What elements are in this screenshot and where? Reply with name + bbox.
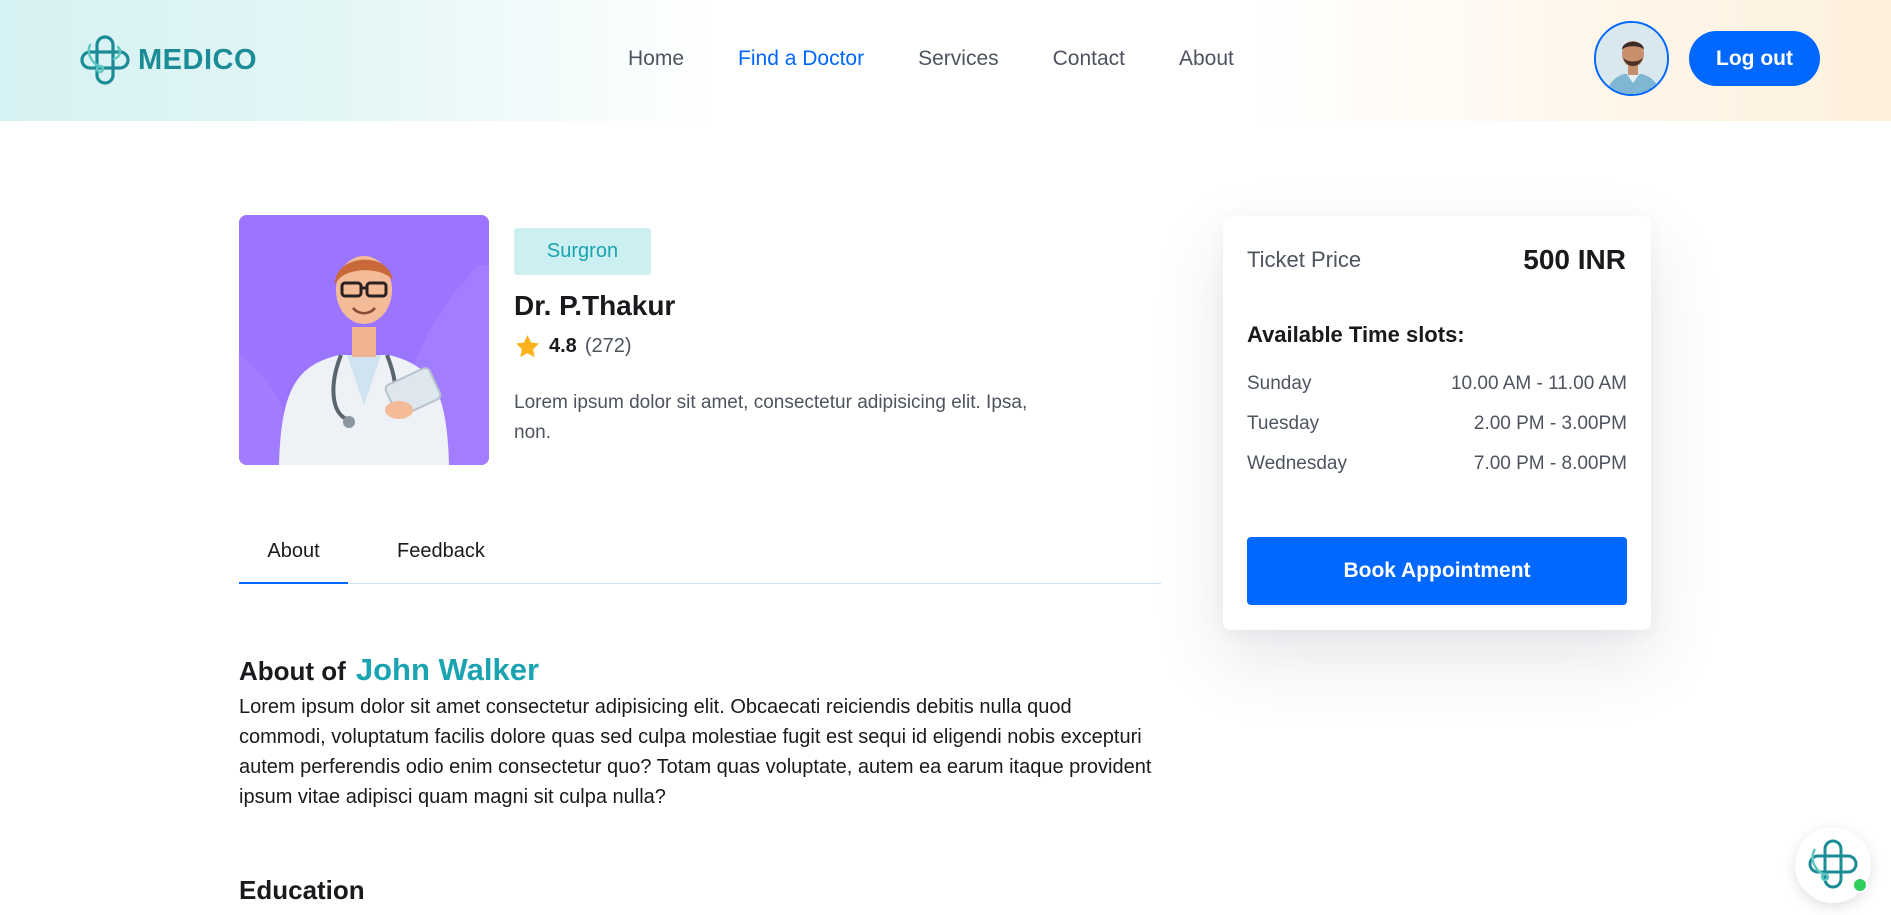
specialty-badge: Surgron [514, 228, 651, 275]
nav-item-about[interactable]: About [1179, 47, 1234, 71]
slot-day: Wednesday [1247, 453, 1347, 474]
user-avatar-icon [1596, 23, 1667, 94]
tab-feedback[interactable]: Feedback [397, 540, 485, 584]
about-heading: About of John Walker [239, 652, 539, 688]
star-icon [515, 335, 540, 358]
doctor-name: Dr. P.Thakur [514, 290, 676, 321]
main-nav: Home Find a Doctor Services Contact Abou… [628, 47, 1288, 71]
slot-day: Sunday [1247, 373, 1312, 394]
site-header: MEDICO Home Find a Doctor Services Conta… [0, 0, 1891, 121]
about-text: Lorem ipsum dolor sit amet consectetur a… [239, 696, 1152, 808]
slot-time: 7.00 PM - 8.00PM [1473, 453, 1627, 474]
time-slot: Wednesday 7.00 PM - 8.00PM [1247, 453, 1627, 475]
slot-time: 10.00 AM - 11.00 AM [1450, 373, 1627, 394]
nav-item-services[interactable]: Services [918, 47, 999, 71]
book-appointment-button[interactable]: Book Appointment [1247, 537, 1627, 605]
user-avatar[interactable] [1594, 21, 1669, 96]
online-status-dot [1852, 877, 1868, 893]
tab-about[interactable]: About [239, 540, 348, 584]
doctor-photo [239, 215, 489, 465]
slot-day: Tuesday [1247, 413, 1320, 434]
medico-logo-icon [80, 35, 130, 85]
profile-tabs: About Feedback [239, 540, 1161, 584]
ticket-price-label: Ticket Price [1247, 247, 1362, 272]
about-heading-prefix: About of [239, 656, 346, 686]
brand-name: MEDICO [138, 43, 257, 76]
time-slot: Tuesday 2.00 PM - 3.00PM [1247, 413, 1627, 435]
nav-item-home[interactable]: Home [628, 47, 684, 71]
rating-score: 4.8 [549, 335, 577, 357]
slot-time: 2.00 PM - 3.00PM [1473, 413, 1627, 434]
doctor-portrait-image [239, 215, 489, 465]
time-slot: Sunday 10.00 AM - 11.00 AM [1247, 373, 1627, 395]
doctor-description: Lorem ipsum dolor sit amet, consectetur … [514, 392, 1028, 443]
ticket-price-value: 500 INR [1523, 244, 1626, 275]
doctor-rating: 4.8 (272) [514, 333, 632, 360]
about-heading-name: John Walker [355, 652, 540, 687]
booking-panel: Ticket Price 500 INR Available Time slot… [1223, 216, 1651, 630]
brand-logo[interactable]: MEDICO [78, 33, 257, 87]
rating-count: (272) [584, 335, 632, 357]
nav-item-contact[interactable]: Contact [1053, 47, 1125, 71]
nav-item-find-a-doctor[interactable]: Find a Doctor [738, 47, 864, 71]
time-slots-title: Available Time slots: [1247, 322, 1465, 347]
logout-button[interactable]: Log out [1689, 31, 1820, 86]
education-heading: Education [239, 875, 365, 905]
